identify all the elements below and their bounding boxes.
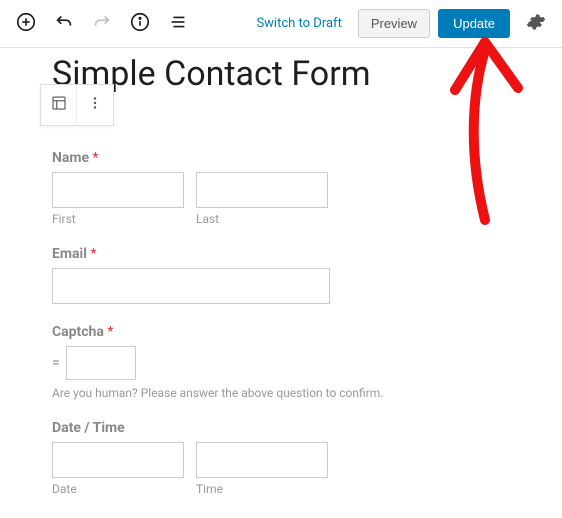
gear-icon xyxy=(526,12,546,36)
date-sublabel: Date xyxy=(52,482,184,496)
form-block-icon xyxy=(50,94,68,116)
form-preview: Name * First Last Email * Captcha * xyxy=(40,138,538,496)
last-name-input[interactable] xyxy=(196,172,328,208)
time-sublabel: Time xyxy=(196,482,328,496)
undo-icon xyxy=(53,11,75,36)
required-mark: * xyxy=(90,246,96,262)
more-vertical-icon xyxy=(86,94,104,116)
field-name: Name * First Last xyxy=(52,150,538,226)
field-email: Email * xyxy=(52,246,538,304)
add-block-button[interactable] xyxy=(8,6,44,42)
name-label: Name * xyxy=(52,150,538,166)
list-icon xyxy=(167,11,189,36)
email-label: Email * xyxy=(52,246,538,262)
outline-button[interactable] xyxy=(160,6,196,42)
datetime-label-text: Date / Time xyxy=(52,420,125,436)
block-more-button[interactable] xyxy=(77,85,113,125)
first-sublabel: First xyxy=(52,212,184,226)
editor-canvas: Simple Contact Form Name * First xyxy=(0,54,562,496)
captcha-label-text: Captcha xyxy=(52,324,104,340)
topbar-right-tools: Switch to Draft Preview Update xyxy=(248,6,554,42)
settings-button[interactable] xyxy=(518,6,554,42)
required-mark: * xyxy=(93,150,99,166)
captcha-label: Captcha * xyxy=(52,324,538,340)
date-input[interactable] xyxy=(52,442,184,478)
topbar-left-tools xyxy=(8,6,196,42)
plus-circle-icon xyxy=(15,11,37,36)
email-input[interactable] xyxy=(52,268,330,304)
last-sublabel: Last xyxy=(196,212,328,226)
block-toolbar xyxy=(40,84,114,126)
required-mark: * xyxy=(107,324,113,340)
captcha-help-text: Are you human? Please answer the above q… xyxy=(52,386,538,400)
field-captcha: Captcha * = Are you human? Please answer… xyxy=(52,324,538,400)
email-label-text: Email xyxy=(52,246,87,262)
time-input[interactable] xyxy=(196,442,328,478)
captcha-input[interactable] xyxy=(66,346,136,380)
editor-topbar: Switch to Draft Preview Update xyxy=(0,0,562,48)
page-title[interactable]: Simple Contact Form xyxy=(52,54,538,94)
captcha-equals: = xyxy=(52,355,60,371)
update-button[interactable]: Update xyxy=(438,9,510,38)
first-name-input[interactable] xyxy=(52,172,184,208)
block-type-button[interactable] xyxy=(41,85,77,125)
redo-icon xyxy=(91,11,113,36)
name-label-text: Name xyxy=(52,150,89,166)
info-icon xyxy=(129,11,151,36)
redo-button[interactable] xyxy=(84,6,120,42)
undo-button[interactable] xyxy=(46,6,82,42)
switch-to-draft-link[interactable]: Switch to Draft xyxy=(248,16,349,31)
datetime-label: Date / Time xyxy=(52,420,538,436)
preview-button[interactable]: Preview xyxy=(358,9,430,38)
info-button[interactable] xyxy=(122,6,158,42)
field-datetime: Date / Time Date Time xyxy=(52,420,538,496)
